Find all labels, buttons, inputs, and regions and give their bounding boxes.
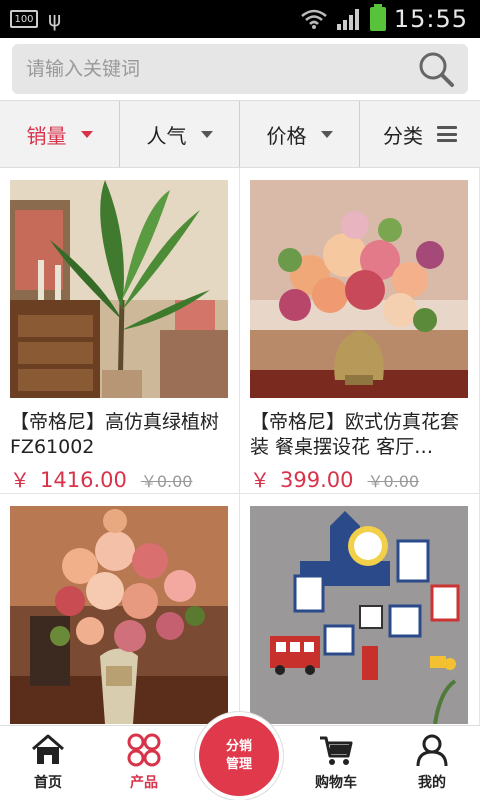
filter-tab-price[interactable]: 价格 xyxy=(240,101,360,167)
search-icon[interactable] xyxy=(416,49,456,89)
cart-icon xyxy=(320,736,353,765)
wifi-icon xyxy=(301,9,327,29)
nav-cart[interactable]: 购物车 xyxy=(288,726,384,800)
product-card[interactable] xyxy=(0,494,240,725)
filter-tab-label: 人气 xyxy=(146,123,187,148)
clock: 15:55 xyxy=(393,5,468,33)
filter-tab-popularity[interactable]: 人气 xyxy=(120,101,240,167)
menu-icon xyxy=(437,126,457,142)
signal-icon xyxy=(336,9,359,30)
filter-tab-sales[interactable]: 销量 xyxy=(0,101,120,167)
nav-home[interactable]: 首页 xyxy=(0,726,96,800)
product-card[interactable]: 【帝格尼】高仿真绿植树FZ61002 ￥ 1416.00 ￥0.00 xyxy=(0,168,240,494)
filter-tab-category[interactable]: 分类 xyxy=(360,101,480,167)
nav-mine-label: 我的 xyxy=(418,775,446,791)
search-box xyxy=(12,44,468,94)
center-label-line1: 分销 xyxy=(225,739,252,754)
user-icon xyxy=(416,734,448,767)
product-image-photo-wall[interactable] xyxy=(250,506,468,724)
usb-icon: ψ xyxy=(48,7,62,31)
currency-symbol: ￥ xyxy=(250,468,270,492)
filter-tab-label: 销量 xyxy=(26,123,67,148)
status-bar: 100 ψ 15:55 xyxy=(0,0,480,38)
search-input[interactable] xyxy=(26,58,406,80)
product-old-price: ￥0.00 xyxy=(140,472,193,491)
product-grid: 【帝格尼】高仿真绿植树FZ61002 ￥ 1416.00 ￥0.00 【帝格尼】… xyxy=(0,168,480,725)
product-image-green-plant[interactable] xyxy=(10,180,228,398)
bottom-nav: 首页 产品 分销 管理 购物车 我的 xyxy=(0,712,480,800)
filter-tab-label: 分类 xyxy=(383,123,423,148)
filter-bar: 销量 人气 价格 分类 xyxy=(0,100,480,168)
product-card[interactable] xyxy=(240,494,480,725)
product-card[interactable]: 【帝格尼】欧式仿真花套装 餐桌摆设花 客厅… ￥ 399.00 ￥0.00 xyxy=(240,168,480,494)
home-icon xyxy=(32,734,64,764)
nav-cart-label: 购物车 xyxy=(315,775,357,791)
filter-tab-label: 价格 xyxy=(266,123,307,148)
nav-home-label: 首页 xyxy=(34,775,62,791)
nav-products[interactable]: 产品 xyxy=(96,726,192,800)
product-image-flower-arrangement[interactable] xyxy=(250,180,468,398)
distribution-management-button[interactable]: 分销 管理 xyxy=(195,712,283,800)
price-row: ￥ 399.00 ￥0.00 xyxy=(250,464,419,493)
product-title[interactable]: 【帝格尼】欧式仿真花套装 餐桌摆设花 客厅… xyxy=(250,410,472,460)
sort-down-icon xyxy=(320,130,333,138)
center-label-line2: 管理 xyxy=(225,757,252,772)
nav-products-label: 产品 xyxy=(130,775,158,791)
currency-symbol: ￥ xyxy=(10,468,30,492)
grid-icon xyxy=(127,733,161,767)
product-image-rose-vase[interactable] xyxy=(10,506,228,724)
product-title[interactable]: 【帝格尼】高仿真绿植树FZ61002 xyxy=(10,410,232,460)
product-price: 399.00 xyxy=(280,468,354,492)
price-row: ￥ 1416.00 ￥0.00 xyxy=(10,464,192,493)
search-bar xyxy=(0,38,480,100)
product-price: 1416.00 xyxy=(40,468,127,492)
sort-down-icon xyxy=(80,130,93,138)
nav-center: 分销 管理 xyxy=(192,712,288,800)
product-old-price: ￥0.00 xyxy=(367,472,420,491)
battery-level-icon: 100 xyxy=(10,10,38,28)
sort-down-icon xyxy=(200,130,213,138)
battery-icon xyxy=(369,4,386,31)
nav-mine[interactable]: 我的 xyxy=(384,726,480,800)
